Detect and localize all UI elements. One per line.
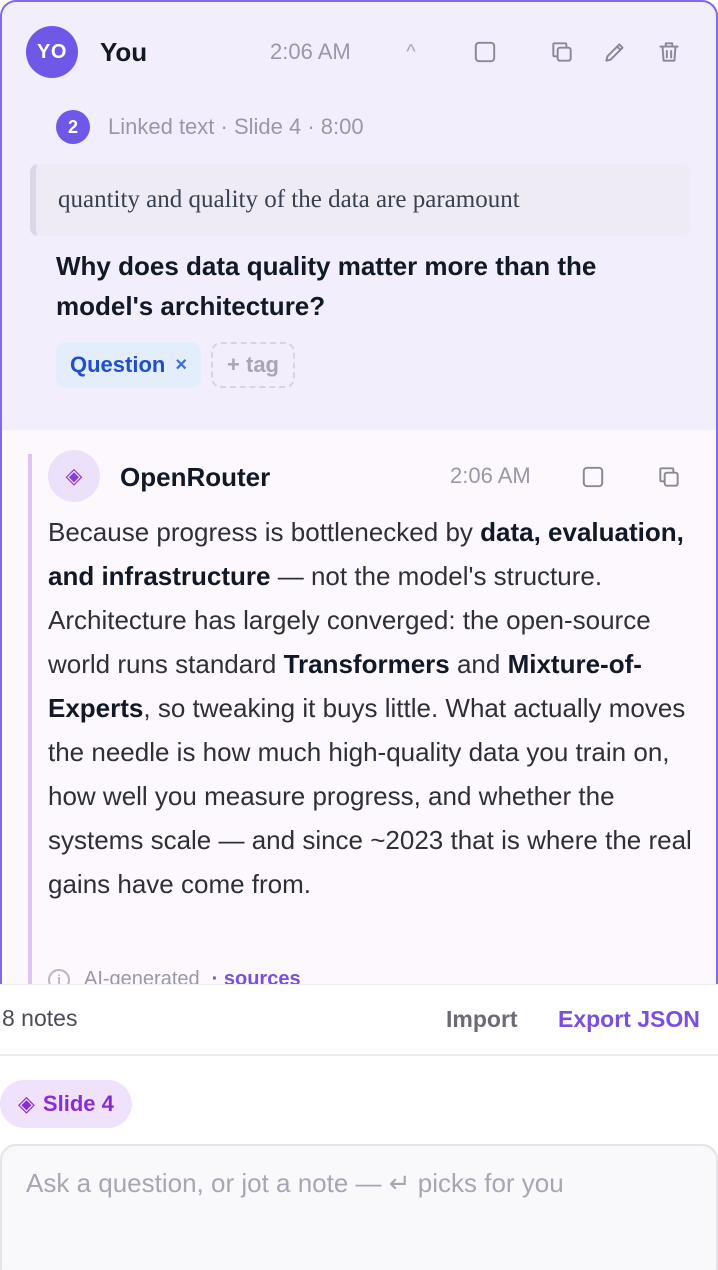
linked-count-badge: 2 bbox=[56, 110, 90, 144]
reply-text: Because progress is bottlenecked by bbox=[48, 517, 481, 547]
note-author: You bbox=[100, 37, 148, 67]
slide-chip-label: Slide 4 bbox=[42, 1091, 114, 1116]
reply-author: OpenRouter bbox=[120, 462, 271, 492]
info-icon: i bbox=[48, 968, 70, 984]
checkbox-icon[interactable] bbox=[468, 35, 502, 69]
note-timestamp: 2:06 AM bbox=[270, 39, 351, 64]
collapse-toggle-icon[interactable]: ^ bbox=[396, 35, 426, 69]
ai-generated-label: AI-generated bbox=[84, 968, 200, 984]
import-button[interactable]: Import bbox=[446, 1006, 518, 1033]
tag-question[interactable]: Question × bbox=[56, 342, 202, 388]
openrouter-logo-icon: ◈ bbox=[48, 450, 100, 502]
avatar: YO bbox=[26, 26, 78, 78]
notes-count: 8 notes bbox=[2, 1005, 78, 1031]
slide-diamond-icon: ◈ bbox=[18, 1091, 35, 1116]
ai-reply: ◈ OpenRouter 2:06 AM Because progress is… bbox=[2, 430, 716, 984]
add-tag-button[interactable]: + tag bbox=[211, 342, 295, 388]
copy-icon[interactable] bbox=[545, 35, 579, 69]
reply-text-bold: Transformers bbox=[283, 649, 450, 679]
note-card: YO You 2:06 AM ^ 2 Linked text · Slide 4… bbox=[0, 0, 718, 984]
linked-quote: quantity and quality of the data are par… bbox=[30, 164, 690, 236]
trash-icon[interactable] bbox=[652, 35, 686, 69]
notes-toolbar: 8 notes Import Export JSON bbox=[0, 984, 718, 1056]
reply-text: and bbox=[449, 649, 508, 679]
checkbox-icon[interactable] bbox=[576, 460, 610, 494]
note-input[interactable] bbox=[2, 1146, 716, 1270]
note-header: YO You 2:06 AM ^ bbox=[2, 2, 716, 102]
reply-text: , so tweaking it buys little. What actua… bbox=[48, 693, 692, 899]
notes-panel: YO You 2:06 AM ^ 2 Linked text · Slide 4… bbox=[0, 0, 718, 1270]
copy-icon[interactable] bbox=[652, 460, 686, 494]
export-json-button[interactable]: Export JSON bbox=[558, 1006, 700, 1033]
sources-link[interactable]: · sources bbox=[212, 968, 301, 984]
linked-text-label: Linked text · Slide 4 · 8:00 bbox=[108, 114, 364, 139]
tag-label: Question bbox=[70, 352, 166, 377]
reply-timestamp: 2:06 AM bbox=[450, 463, 531, 488]
slide-context-chip[interactable]: ◈ Slide 4 bbox=[0, 1080, 132, 1128]
quote-text: quantity and quality of the data are par… bbox=[58, 186, 520, 213]
remove-tag-icon[interactable]: × bbox=[175, 354, 187, 377]
note-question: Why does data quality matter more than t… bbox=[56, 251, 597, 321]
reply-body: Because progress is bottlenecked by data… bbox=[48, 510, 698, 906]
ai-generated-footer: i AI-generated · sources bbox=[48, 968, 301, 984]
tag-list: Question × + tag bbox=[56, 342, 295, 388]
composer-box bbox=[0, 1144, 718, 1270]
linked-text-row[interactable]: 2 Linked text · Slide 4 · 8:00 bbox=[56, 110, 364, 144]
reply-accent-bar bbox=[28, 454, 32, 984]
edit-icon[interactable] bbox=[598, 35, 632, 69]
